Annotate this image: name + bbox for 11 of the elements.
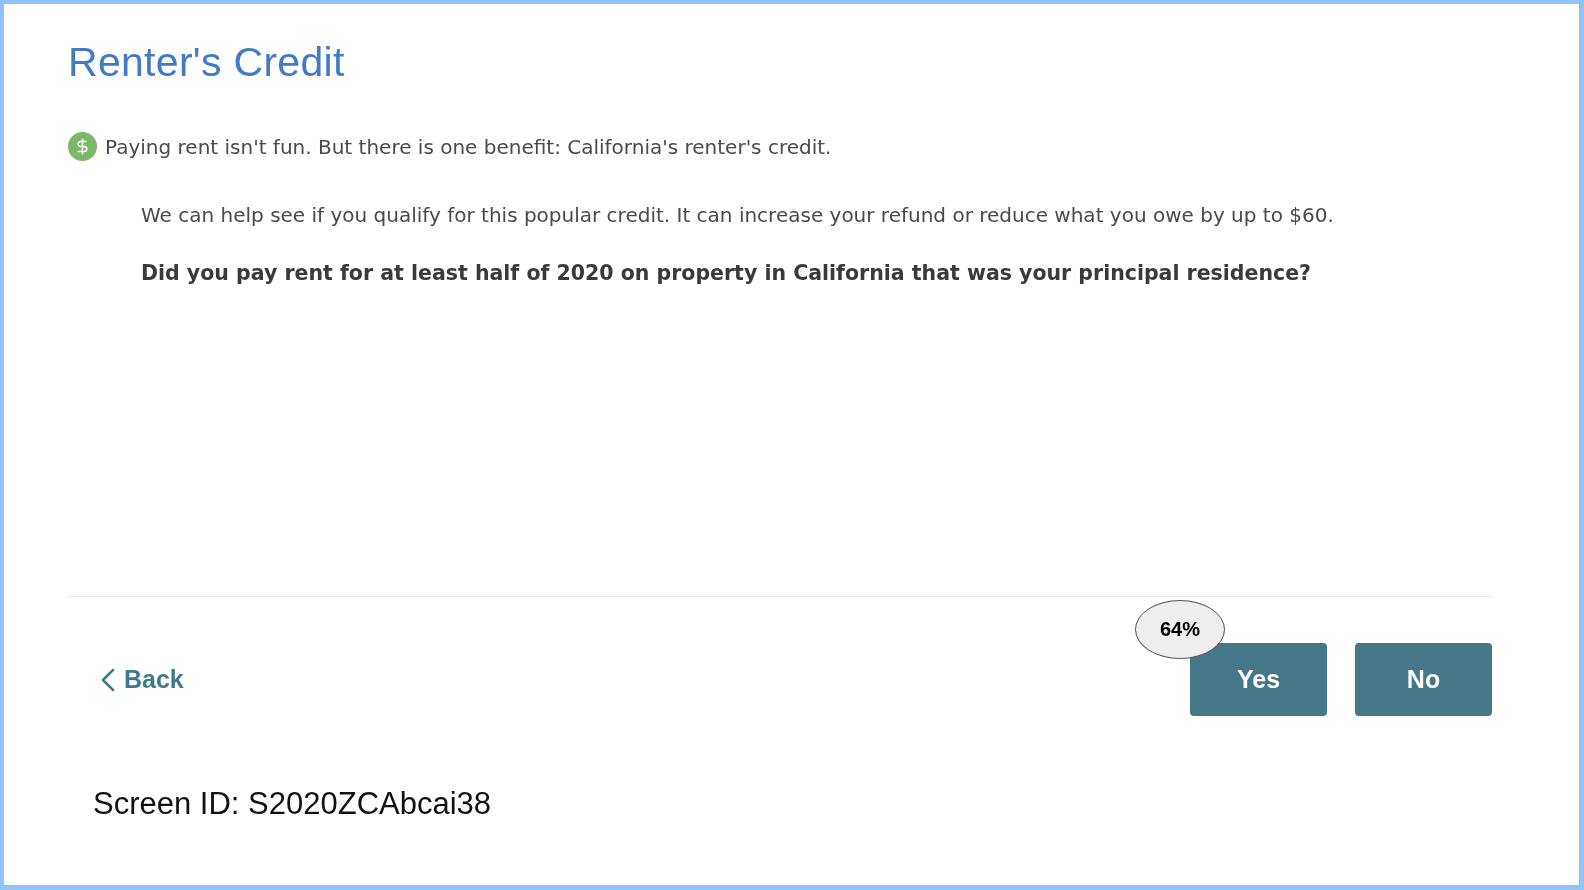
dollar-icon [68, 132, 97, 161]
intro-text: Paying rent isn't fun. But there is one benefit: California's renter's credit. [105, 133, 832, 161]
page-title: Renter's Credit [68, 38, 345, 86]
answer-button[interactable]: Yes [1190, 643, 1327, 716]
screen-id-text: Screen ID: S2020ZCAbcai38 [93, 786, 492, 822]
description-text: We can help see if you qualify for this popular credit. It can increase your refund or reduce what you owe by up to $60. [141, 202, 1334, 229]
chevron-left-icon [101, 667, 115, 692]
question-text: Did you pay rent for at least half of 2020 on property in California that was your principal residence? [141, 260, 1311, 287]
percentage-badge: 64% [1135, 600, 1225, 659]
answer-button[interactable]: No [1355, 643, 1492, 716]
back-link[interactable]: Back [101, 665, 184, 694]
